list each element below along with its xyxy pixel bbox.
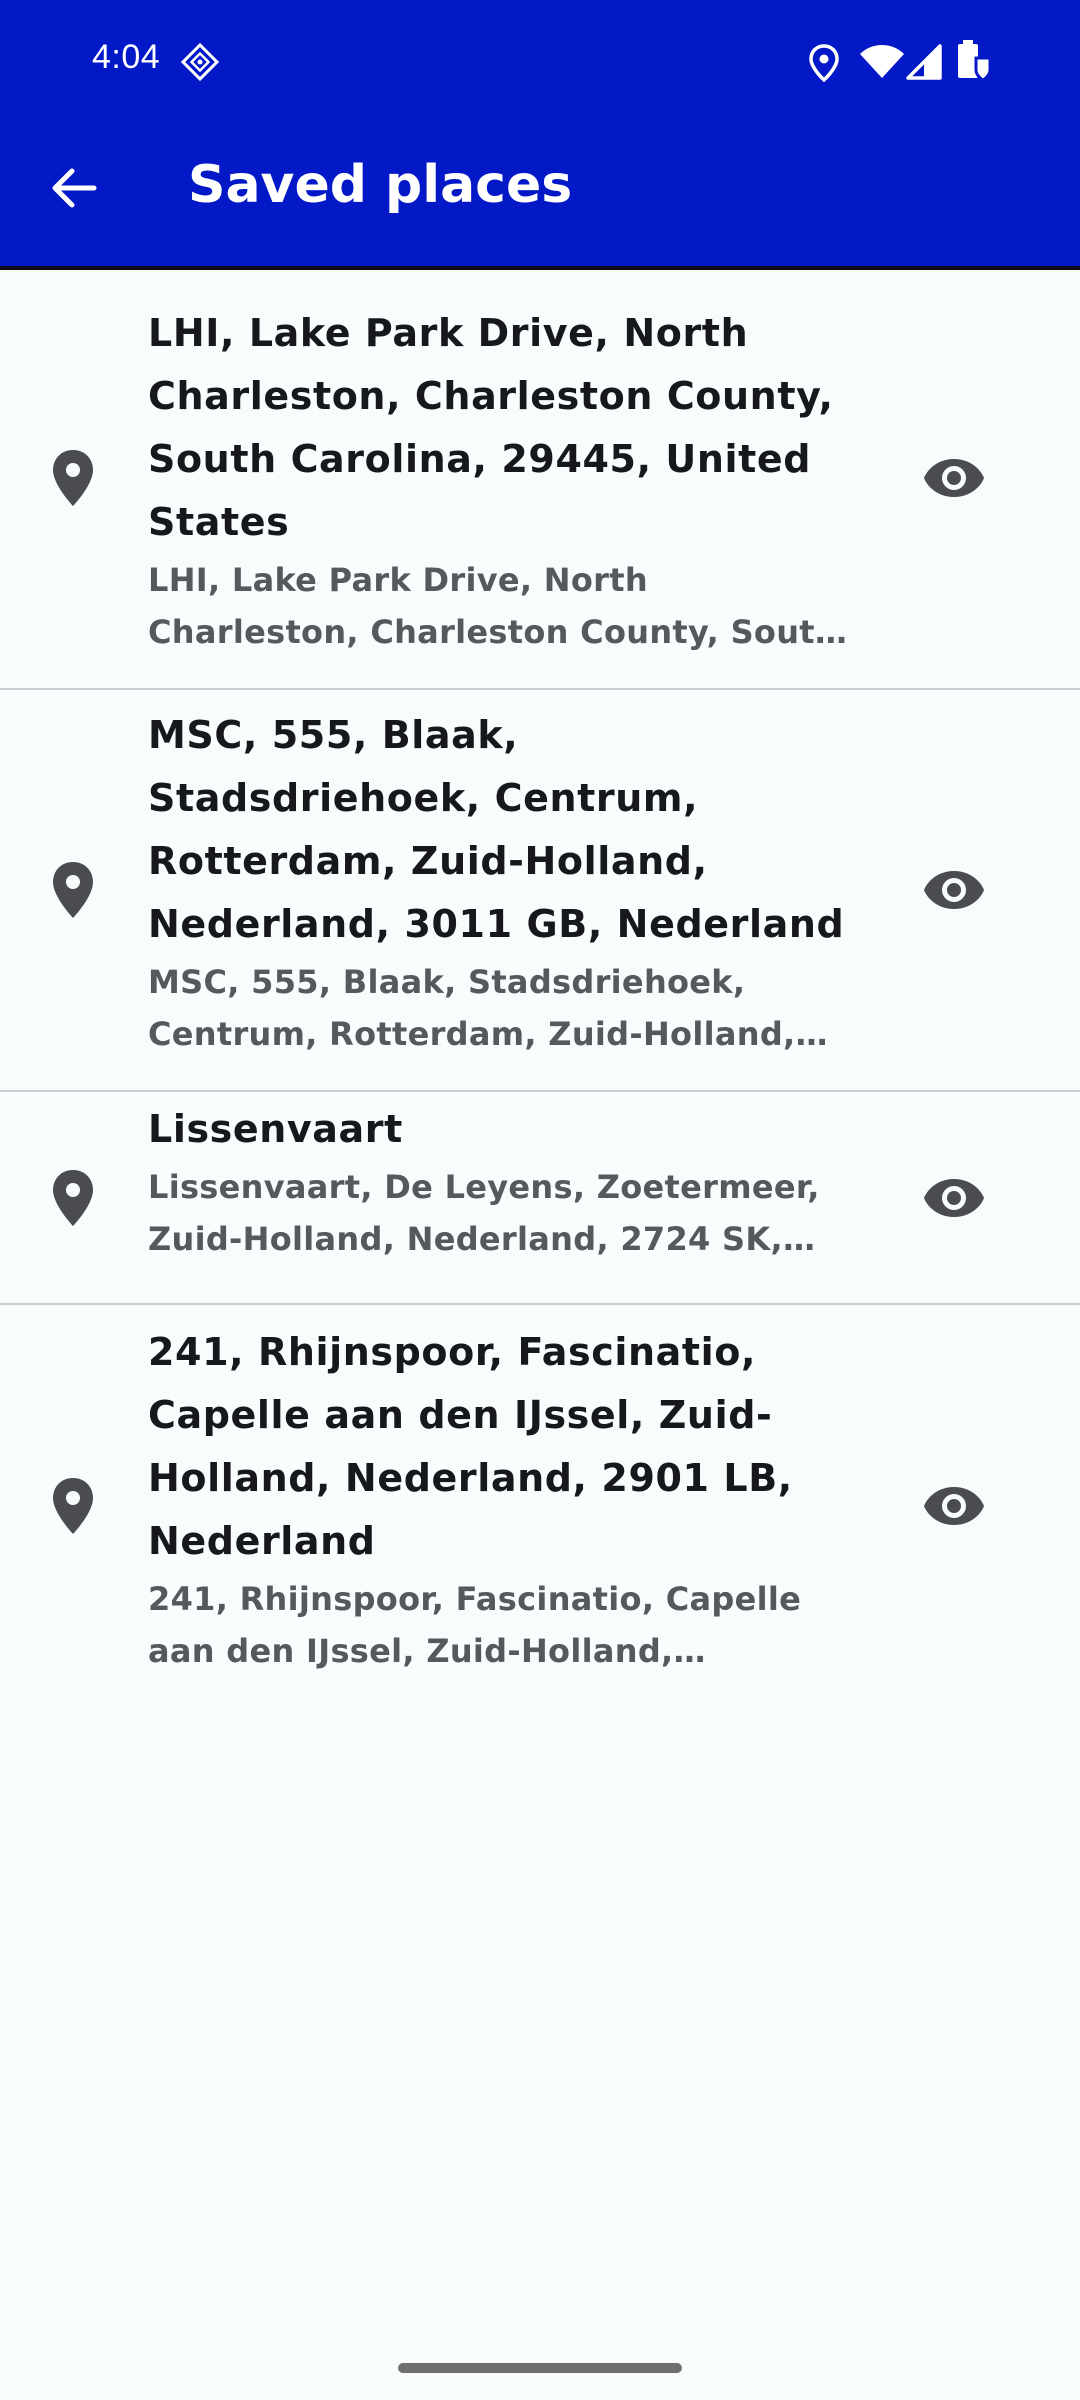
place-address: 241, Rhijnspoor, Fascinatio, Capelle aan… — [148, 1580, 802, 1670]
place-address: Lissenvaart, De Leyens, Zoetermeer, Zuid… — [148, 1168, 820, 1258]
eye-icon — [924, 1179, 984, 1217]
location-pin-icon — [53, 862, 93, 918]
status-bar: 4:04 — [0, 0, 1080, 120]
eye-icon — [924, 1487, 984, 1525]
battery-icon — [958, 40, 992, 82]
place-title: Lissenvaart — [148, 1107, 403, 1151]
place-title: MSC, 555, Blaak, Stadsdriehoek, Centrum,… — [148, 713, 845, 946]
saved-place-item[interactable]: LHI, Lake Park Drive, North Charleston, … — [0, 270, 1080, 690]
home-indicator[interactable] — [398, 2363, 682, 2373]
page-title: Saved places — [188, 155, 573, 215]
arrow-left-icon — [52, 168, 97, 208]
saved-place-item[interactable]: 241, Rhijnspoor, Fascinatio, Capelle aan… — [0, 1305, 1080, 1705]
status-time: 4:04 — [92, 38, 161, 76]
saved-place-item[interactable]: Lissenvaart Lissenvaart, De Leyens, Zoet… — [0, 1092, 1080, 1305]
eye-icon — [924, 871, 984, 909]
back-button[interactable] — [38, 152, 110, 224]
place-title: 241, Rhijnspoor, Fascinatio, Capelle aan… — [148, 1330, 793, 1563]
notification-diamond-icon — [180, 42, 220, 82]
location-pin-icon — [53, 450, 93, 506]
wifi-icon — [860, 45, 904, 78]
place-title: LHI, Lake Park Drive, North Charleston, … — [148, 311, 834, 544]
cellular-signal-icon — [906, 44, 942, 80]
location-status-icon — [809, 44, 839, 82]
place-address: MSC, 555, Blaak, Stadsdriehoek, Centrum,… — [148, 963, 796, 1053]
app-bar: 4:04 Saved places — [0, 0, 1080, 270]
eye-icon — [924, 459, 984, 497]
saved-places-list: LHI, Lake Park Drive, North Charleston, … — [0, 270, 1080, 1705]
view-place-button[interactable] — [918, 442, 990, 514]
view-place-button[interactable] — [918, 1470, 990, 1542]
location-pin-icon — [53, 1478, 93, 1534]
place-address: LHI, Lake Park Drive, North Charleston, … — [148, 561, 838, 651]
saved-place-item[interactable]: MSC, 555, Blaak, Stadsdriehoek, Centrum,… — [0, 690, 1080, 1092]
view-place-button[interactable] — [918, 854, 990, 926]
location-pin-icon — [53, 1170, 93, 1226]
view-place-button[interactable] — [918, 1162, 990, 1234]
